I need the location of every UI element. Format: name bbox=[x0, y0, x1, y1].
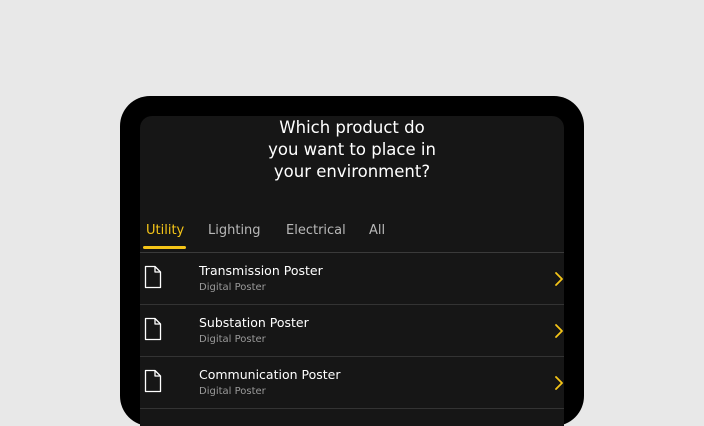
document-icon bbox=[144, 369, 162, 393]
list-item-substation-poster[interactable]: Substation Poster Digital Poster bbox=[140, 305, 564, 357]
tab-utility[interactable]: Utility bbox=[146, 223, 184, 238]
document-icon bbox=[144, 265, 162, 289]
document-icon bbox=[144, 317, 162, 341]
product-title: Transmission Poster bbox=[199, 263, 323, 278]
product-title: Communication Poster bbox=[199, 367, 341, 382]
product-subtitle: Digital Poster bbox=[199, 386, 266, 397]
prompt-line-1: Which product do bbox=[279, 118, 425, 137]
product-title: Substation Poster bbox=[199, 315, 309, 330]
prompt-line-3: your environment? bbox=[273, 162, 431, 181]
chevron-right-icon bbox=[555, 376, 563, 390]
chevron-right-icon bbox=[555, 272, 563, 286]
tab-all[interactable]: All bbox=[369, 223, 385, 238]
page-title: Which product do you want to place in yo… bbox=[140, 117, 564, 183]
tab-electrical[interactable]: Electrical bbox=[286, 223, 346, 238]
list-item-communication-poster[interactable]: Communication Poster Digital Poster bbox=[140, 357, 564, 409]
product-subtitle: Digital Poster bbox=[199, 282, 266, 293]
category-tabs: Utility Lighting Electrical All bbox=[140, 218, 564, 252]
product-list: Transmission Poster Digital Poster Subst… bbox=[140, 253, 564, 409]
chevron-right-icon bbox=[555, 324, 563, 338]
list-item-transmission-poster[interactable]: Transmission Poster Digital Poster bbox=[140, 253, 564, 305]
app-screen: Which product do you want to place in yo… bbox=[140, 116, 564, 426]
phone-device: Which product do you want to place in yo… bbox=[120, 96, 584, 426]
prompt-line-2: you want to place in bbox=[268, 140, 436, 159]
active-tab-indicator bbox=[143, 246, 186, 249]
tab-lighting[interactable]: Lighting bbox=[208, 223, 261, 238]
product-subtitle: Digital Poster bbox=[199, 334, 266, 345]
